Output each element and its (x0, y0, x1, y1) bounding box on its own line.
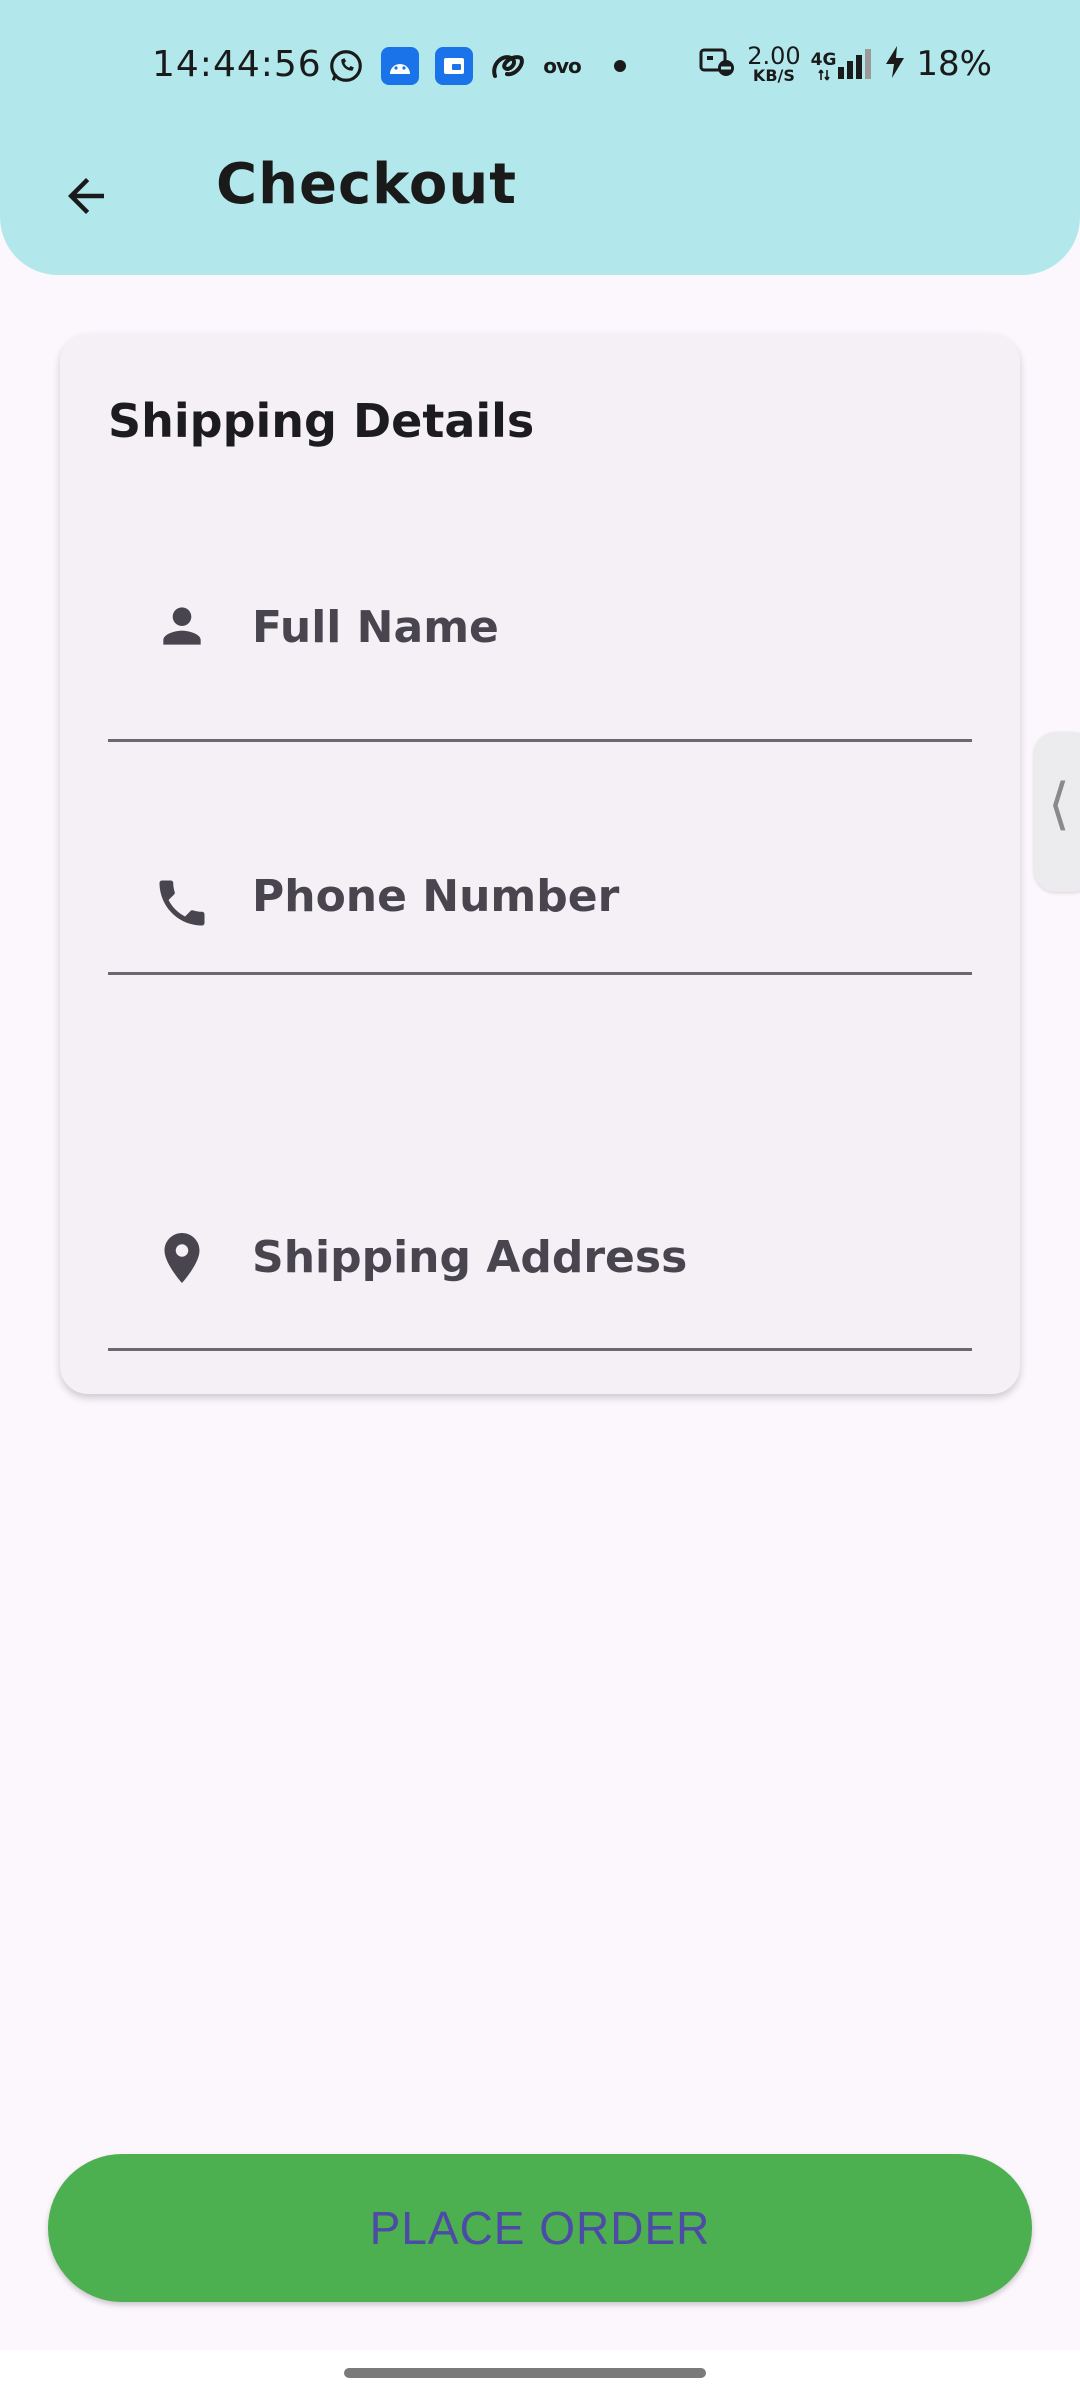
edge-panel-handle[interactable]: ⟨ (1034, 732, 1080, 892)
phone-icon (152, 873, 212, 933)
place-order-button[interactable]: PLACE ORDER (48, 2154, 1032, 2302)
card-title: Shipping Details (108, 394, 535, 448)
phone-number-field[interactable]: Phone Number (108, 739, 972, 975)
signal-icon: 4G (811, 47, 875, 81)
whatsapp-icon (326, 46, 366, 86)
more-dot-icon (614, 60, 626, 72)
shipping-address-field[interactable]: Shipping Address (108, 972, 972, 1351)
status-bar: 14:44:56 ovo 2.00 KB/S 4G 18% (0, 0, 1080, 135)
back-button[interactable] (46, 156, 126, 236)
system-icons: 2.00 KB/S 4G 18% (699, 44, 992, 84)
phone-number-label: Phone Number (252, 871, 620, 922)
charging-icon (884, 45, 906, 83)
ovo-app-icon: ovo (543, 54, 582, 78)
app-notification-icon (434, 46, 474, 86)
android-app-icon (380, 46, 420, 86)
shipping-details-card: Shipping Details Full Name Phone Number … (60, 334, 1020, 1394)
network-speed: 2.00 KB/S (747, 42, 801, 85)
status-time: 14:44:56 (152, 44, 322, 85)
person-icon (152, 596, 212, 656)
home-indicator[interactable] (344, 2368, 706, 2378)
ovo-swirl-icon (488, 46, 528, 86)
shipping-address-label: Shipping Address (252, 1232, 688, 1283)
dnd-card-icon (699, 46, 737, 82)
full-name-label: Full Name (252, 602, 499, 653)
network-type-label: 4G (810, 50, 837, 70)
page-title: Checkout (216, 152, 517, 217)
arrow-back-icon (68, 178, 104, 214)
app-bar: 14:44:56 ovo 2.00 KB/S 4G 18% Checkout (0, 0, 1080, 275)
battery-percent: 18% (916, 44, 992, 84)
location-pin-icon (152, 1228, 212, 1288)
full-name-field[interactable]: Full Name (108, 542, 972, 742)
chevron-left-icon: ⟨ (1048, 772, 1070, 837)
notification-icons: ovo (326, 46, 626, 86)
